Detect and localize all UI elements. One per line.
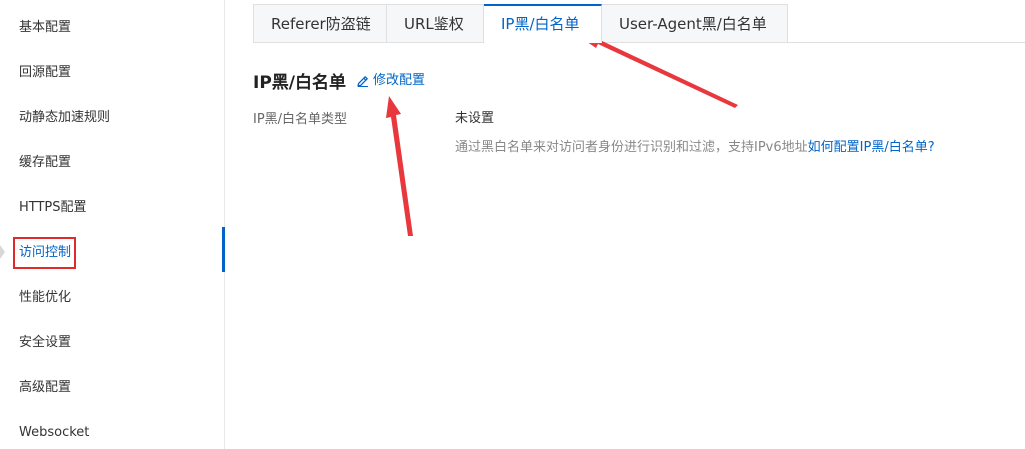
sidebar-item-basic-config[interactable]: 基本配置 — [19, 18, 71, 38]
annotation-arrow-to-tab — [574, 33, 738, 108]
tab-url-auth[interactable]: URL鉴权 — [387, 4, 484, 43]
sidebar-item-access-control[interactable]: 访问控制 — [13, 237, 77, 269]
sidebar-item-acceleration-rules[interactable]: 动静态加速规则 — [19, 108, 110, 128]
ip-list-help: 通过黑白名单来对访问者身份进行识别和过滤，支持IPv6地址如何配置IP黑/白名单… — [455, 136, 935, 155]
sidebar-active-indicator — [222, 227, 225, 272]
edit-config-label: 修改配置 — [373, 73, 426, 88]
tab-bar: Referer防盗链 URL鉴权 IP黑/白名单 User-Agent黑/白名单 — [253, 4, 788, 43]
sidebar-item-websocket[interactable]: Websocket — [19, 423, 89, 443]
sidebar-collapse-handle[interactable] — [0, 245, 5, 259]
ip-list-type-label: IP黑/白名单类型 — [253, 112, 348, 127]
sidebar-item-performance[interactable]: 性能优化 — [19, 288, 71, 308]
sidebar-item-label: 访问控制 — [19, 245, 72, 260]
sidebar-item-https-config[interactable]: HTTPS配置 — [19, 198, 87, 218]
annotation-arrow-to-edit — [386, 96, 413, 236]
sidebar-item-cache-config[interactable]: 缓存配置 — [19, 153, 71, 173]
sidebar-item-origin-config[interactable]: 回源配置 — [19, 63, 71, 83]
sidebar-nav: 基本配置 回源配置 动静态加速规则 缓存配置 HTTPS配置 访问控制 性能优化… — [0, 0, 225, 449]
pencil-icon — [357, 76, 368, 87]
tab-ip-blacklist-whitelist[interactable]: IP黑/白名单 — [484, 4, 602, 43]
ip-list-help-text: 通过黑白名单来对访问者身份进行识别和过滤，支持IPv6地址 — [455, 140, 808, 155]
tab-user-agent-blacklist-whitelist[interactable]: User-Agent黑/白名单 — [602, 4, 788, 43]
sidebar-item-security[interactable]: 安全设置 — [19, 333, 71, 353]
section-title: IP黑/白名单 — [253, 73, 346, 93]
cdn-access-control-page: 基本配置 回源配置 动静态加速规则 缓存配置 HTTPS配置 访问控制 性能优化… — [0, 0, 1025, 449]
ip-list-type-value: 未设置 — [455, 111, 495, 126]
tab-referer-hotlink[interactable]: Referer防盗链 — [253, 4, 387, 43]
sidebar-item-advanced-config[interactable]: 高级配置 — [19, 378, 71, 398]
ip-list-help-link[interactable]: 如何配置IP黑/白名单? — [808, 140, 935, 155]
edit-config-link[interactable]: 修改配置 — [357, 72, 425, 90]
